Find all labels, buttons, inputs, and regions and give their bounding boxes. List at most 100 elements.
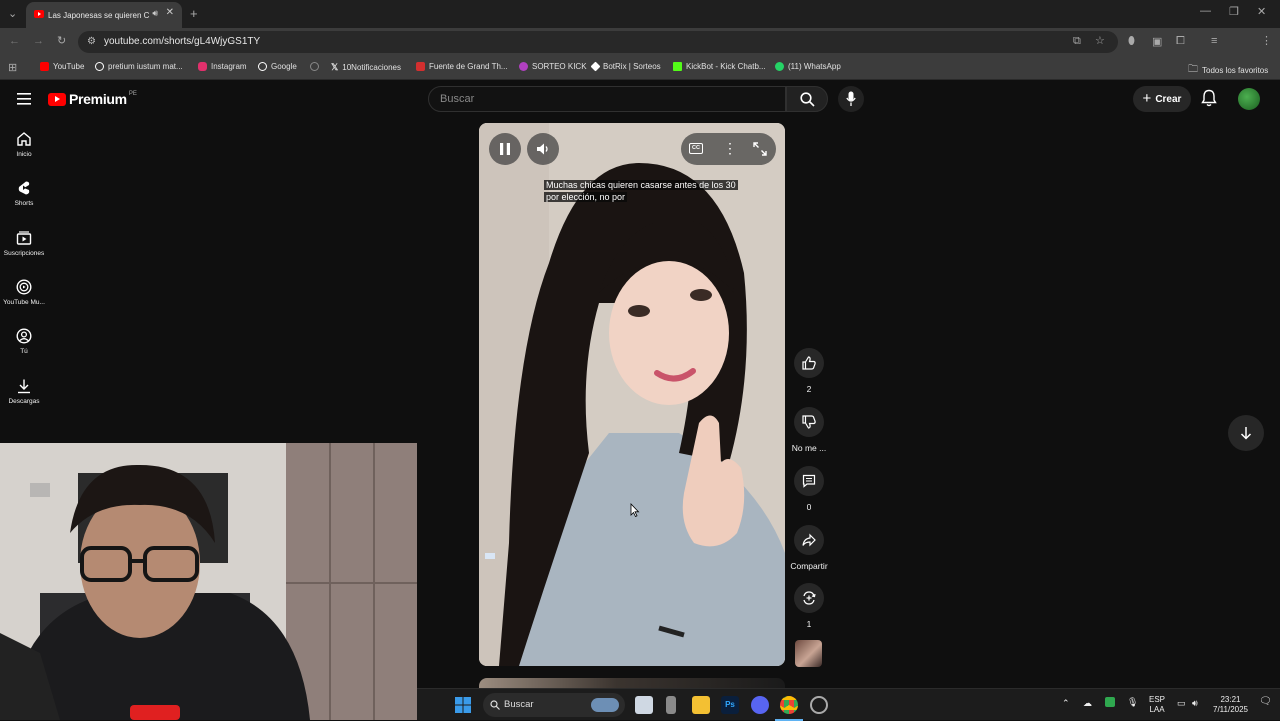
chrome-menu-icon[interactable]: ⋮ (1261, 34, 1272, 47)
windows-taskbar: Buscar Ps ⌃ ☁ 🎙︎ ESP LAA ▭ 🔊︎ 23:21 7/11… (417, 688, 1280, 721)
comments-button[interactable]: 0 (785, 466, 833, 512)
tab-audio-icon[interactable]: 🔊︎ (152, 8, 158, 19)
maximize-icon[interactable]: ❐ (1229, 5, 1239, 18)
bookmark-youtube[interactable]: YouTube (40, 62, 84, 71)
notifications-bell-icon[interactable] (1201, 89, 1217, 107)
more-options-icon[interactable]: ⋮ (723, 140, 737, 157)
task-view-icon[interactable] (635, 696, 653, 714)
bookmark-pretium[interactable]: pretium iustum mat... (95, 62, 183, 71)
tab-search-icon[interactable]: ⌄ (8, 7, 17, 20)
tab-close-icon[interactable]: ✕ (166, 7, 174, 18)
language-indicator[interactable]: ESP LAA (1149, 695, 1165, 715)
file-explorer-icon[interactable] (692, 696, 710, 714)
window-close-icon[interactable]: ✕ (1257, 5, 1266, 18)
sidebar-item-downloads[interactable]: Descargas (0, 378, 48, 405)
photoshop-icon[interactable]: Ps (721, 696, 739, 714)
pause-button[interactable] (489, 133, 521, 165)
you-icon (16, 328, 32, 344)
clock[interactable]: 23:21 7/11/2025 (1213, 695, 1248, 715)
sidebar-item-label: Shorts (14, 200, 34, 207)
bookmark-botrix[interactable]: BotRix | Sorteos (590, 61, 661, 72)
remix-button[interactable]: 1 (785, 583, 833, 629)
bookmark-google[interactable]: Google (258, 62, 297, 71)
bookmark-whatsapp[interactable]: (11) WhatsApp (775, 62, 841, 71)
kickbot-icon (673, 62, 682, 71)
next-short-button[interactable] (1228, 415, 1264, 451)
shorts-icon (18, 181, 30, 195)
site-info-icon[interactable]: ⚙ (87, 31, 96, 53)
network-icon[interactable]: ▭ (1177, 698, 1186, 708)
search-button[interactable] (786, 86, 828, 112)
extensions-puzzle-icon[interactable]: ⧠ (1176, 35, 1185, 48)
install-app-icon[interactable]: ⧉ (1073, 35, 1081, 48)
app-icon[interactable] (666, 696, 676, 714)
sidebar-item-label: Descargas (8, 398, 40, 405)
mouse-cursor-icon (630, 503, 640, 517)
voice-search-button[interactable] (838, 86, 864, 112)
obs-icon[interactable] (810, 696, 828, 714)
microphone-tray-icon[interactable]: 🎙︎ (1127, 697, 1138, 707)
browser-toolbar: ← → ↻ ⚙ youtube.com/shorts/gL4WjyGS1TY ⧉… (0, 28, 1280, 76)
address-bar[interactable]: ⚙ youtube.com/shorts/gL4WjyGS1TY (78, 31, 1118, 53)
windows-start-icon[interactable] (455, 697, 471, 713)
sorteo-icon (519, 62, 528, 71)
discord-icon[interactable] (751, 696, 769, 714)
browser-tab[interactable]: Las Japonesas se quieren C 🔊︎ ✕ (26, 2, 182, 28)
like-button[interactable]: 2 (785, 348, 833, 394)
bookmark-gta[interactable]: Fuente de Grand Th... (416, 62, 508, 71)
globe-icon (310, 62, 319, 71)
forward-icon[interactable]: → (33, 35, 44, 47)
volume-button[interactable] (527, 133, 559, 165)
share-button[interactable]: Compartir (785, 525, 833, 571)
all-bookmarks[interactable]: 🗀︎ Todos los favoritos (1188, 62, 1268, 79)
dislike-button[interactable]: No me ... (785, 407, 833, 453)
new-tab-icon[interactable]: + (190, 6, 198, 21)
speaker-icon[interactable]: 🔊︎ (1192, 698, 1198, 708)
reload-icon[interactable]: ↻ (57, 34, 66, 47)
account-avatar[interactable] (1238, 88, 1260, 110)
back-icon[interactable]: ← (9, 35, 20, 47)
taskbar-search[interactable]: Buscar (483, 693, 625, 717)
extension-icon[interactable]: ⬮ (1128, 35, 1135, 48)
extension-2-icon[interactable]: ▣ (1152, 35, 1162, 48)
search-input[interactable]: Buscar (428, 86, 786, 112)
shorts-video-player[interactable]: CC ⋮ Muchas chicas quieren casarse antes… (479, 123, 785, 666)
x-icon: 𝕏 (331, 62, 339, 72)
google-icon (258, 62, 267, 71)
sidebar-item-youtube-music[interactable]: YouTube Mu... (0, 279, 48, 306)
create-button[interactable]: + Crear (1133, 86, 1191, 112)
arrow-down-icon (1240, 427, 1252, 440)
captions-icon[interactable]: CC (689, 143, 703, 154)
youtube-logo[interactable]: Premium PE (48, 91, 137, 107)
sound-thumbnail[interactable] (795, 640, 822, 667)
tray-expand-icon[interactable]: ⌃ (1062, 698, 1070, 708)
bookmark-kickbot[interactable]: KickBot - Kick Chatb... (673, 62, 766, 71)
hamburger-menu-icon[interactable] (17, 93, 31, 105)
search-icon (490, 700, 500, 710)
bookmark-star-icon[interactable]: ☆ (1095, 34, 1105, 47)
youtube-play-icon (48, 92, 66, 106)
apps-grid-icon[interactable]: ⊞ (8, 61, 17, 74)
folder-icon: 🗀︎ (1188, 64, 1198, 75)
bookmark-x[interactable]: 𝕏 10Notificaciones (331, 62, 401, 73)
bookmark-instagram[interactable]: Instagram (198, 62, 247, 71)
sidebar-item-label: Tú (20, 348, 28, 355)
minimize-icon[interactable]: — (1200, 5, 1211, 17)
media-control-icon[interactable]: ≡ (1211, 35, 1217, 47)
tray-app-icon[interactable] (1105, 697, 1115, 707)
bookmark-sorteo-kick[interactable]: SORTEO KICK (519, 62, 587, 71)
thumbs-down-icon (802, 415, 816, 429)
chrome-icon[interactable] (780, 696, 798, 714)
onedrive-icon[interactable]: ☁ (1083, 698, 1092, 708)
youtube-icon (40, 62, 49, 71)
sidebar-item-label: YouTube Mu... (3, 299, 45, 306)
sidebar-item-subscriptions[interactable]: Suscripciones (0, 230, 48, 257)
bookmark-globe[interactable] (310, 62, 319, 71)
sidebar-item-you[interactable]: Tú (0, 328, 48, 355)
sidebar-item-home[interactable]: Inicio (0, 131, 48, 158)
fullscreen-icon[interactable] (753, 142, 767, 156)
share-icon (802, 533, 816, 547)
remix-count: 1 (806, 619, 812, 629)
sidebar-item-shorts[interactable]: Shorts (0, 180, 48, 207)
notification-center-icon[interactable]: 🗨︎ (1259, 697, 1272, 707)
